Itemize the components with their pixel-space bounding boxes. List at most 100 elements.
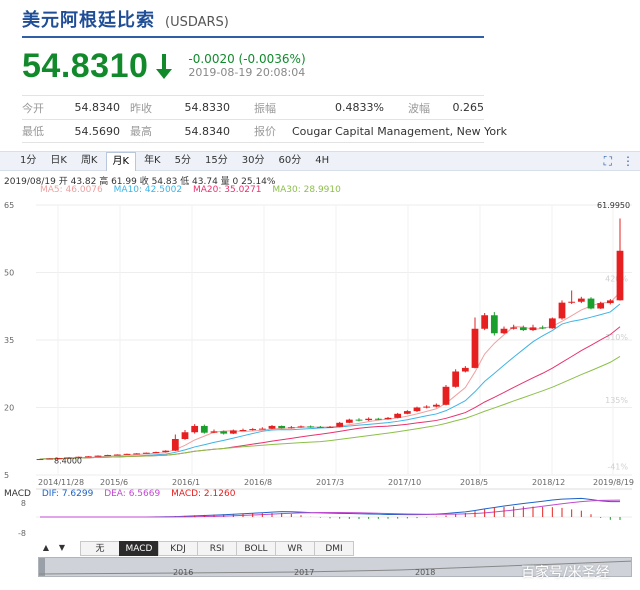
watermark-text: 百家号/米圣经	[521, 565, 610, 581]
y-tick-label: 20	[4, 404, 14, 413]
max-price-label: 61.9950	[597, 201, 630, 210]
chart-toolbar: ⛶ ⋮	[604, 154, 634, 169]
ma10-label: MA10: 42.5002	[113, 185, 183, 195]
candle-body	[152, 452, 160, 454]
stat-label-amplitude: 振幅	[254, 101, 276, 115]
candle-body	[84, 456, 92, 458]
pct-tick-label: -41%	[607, 463, 628, 472]
period-tab-3[interactable]: 月K	[105, 151, 137, 171]
pct-tick-label: 135%	[605, 396, 628, 405]
quote-time: 2019-08-19 20:08:04	[188, 66, 306, 79]
candle-body	[529, 327, 537, 331]
ma5-label: MA5: 46.0076	[40, 185, 103, 195]
candle-body	[123, 453, 131, 455]
candle-body	[432, 404, 440, 407]
candle-body	[220, 431, 228, 434]
indicator-tab-6[interactable]: DMI	[314, 541, 354, 556]
candle-body	[113, 454, 121, 456]
period-tab-8[interactable]: 60分	[272, 152, 307, 170]
candle-body	[142, 452, 150, 454]
scroller-label-2018: 2018	[415, 568, 436, 577]
fullscreen-icon[interactable]: ⛶	[604, 154, 612, 169]
period-tab-list: 1分 日K 周K 月K 年K 5分 15分 30分 60分 4H	[0, 151, 335, 171]
y-tick-label: 65	[4, 201, 14, 210]
candle-body	[171, 439, 179, 451]
candle-body	[577, 298, 585, 302]
period-tab-7[interactable]: 30分	[236, 152, 271, 170]
candle-body	[616, 250, 624, 301]
candle-body	[229, 430, 237, 434]
more-menu-icon[interactable]: ⋮	[622, 154, 634, 169]
macd-dea-label: DEA: 6.5669	[104, 489, 161, 499]
x-tick-label: 2016/8	[244, 478, 272, 487]
x-tick-label: 2017/10	[388, 478, 421, 487]
x-tick-label: 2018/5	[460, 478, 488, 487]
candle-body	[461, 367, 469, 372]
candle-body	[258, 428, 266, 430]
x-tick-label: 2017/3	[316, 478, 344, 487]
candle-body	[423, 406, 431, 408]
candle-body	[374, 418, 382, 420]
candle-body	[287, 427, 295, 429]
candle-body	[94, 455, 102, 457]
y-tick-label: 5	[4, 471, 9, 480]
scroll-up-button[interactable]: ▲	[38, 541, 54, 556]
period-tab-6[interactable]: 15分	[199, 152, 234, 170]
candle-body	[181, 432, 189, 439]
y-tick-label: 50	[4, 269, 14, 278]
indicator-tab-0[interactable]: 无	[80, 541, 120, 556]
period-tab-0[interactable]: 1分	[14, 152, 42, 170]
candle-body	[500, 328, 508, 334]
candle-body	[452, 371, 460, 387]
stat-label-low: 最低	[22, 125, 44, 138]
candle-body	[268, 425, 276, 429]
period-tab-9[interactable]: 4H	[309, 152, 335, 170]
candle-body	[558, 302, 566, 319]
candle-body	[568, 301, 576, 303]
instrument-code: (USDARS)	[165, 15, 229, 30]
candle-body	[355, 419, 363, 421]
indicator-tabs: ▲ ▼ 无 MACD KDJ RSI BOLL WR DMI	[38, 541, 354, 556]
ma20-line	[39, 326, 621, 460]
candle-body	[471, 328, 479, 368]
down-arrow-icon	[154, 51, 174, 81]
indicator-tab-4[interactable]: BOLL	[236, 541, 276, 556]
ma5-line	[39, 291, 621, 460]
candle-body	[413, 407, 421, 412]
candle-body	[104, 454, 112, 456]
stat-value-open: 54.8340	[74, 101, 121, 114]
indicator-tab-5[interactable]: WR	[275, 541, 315, 556]
stat-value-range: 0.265	[452, 101, 485, 114]
period-tab-1[interactable]: 日K	[44, 152, 73, 170]
candle-body	[606, 300, 614, 304]
candle-body	[36, 459, 44, 461]
indicator-tab-2[interactable]: KDJ	[158, 541, 198, 556]
candle-body	[345, 419, 353, 423]
period-tab-4[interactable]: 年K	[138, 152, 167, 170]
stat-value-high: 54.8340	[184, 124, 231, 138]
candle-body	[278, 425, 286, 429]
candle-body	[539, 327, 547, 329]
period-tab-2[interactable]: 周K	[75, 152, 104, 170]
stat-value-prev-close: 54.8330	[184, 101, 231, 114]
candle-body	[510, 327, 518, 329]
stat-value-quote-source: Cougar Capital Management, New York	[292, 124, 508, 138]
current-price: 54.8310	[22, 46, 149, 85]
stat-label-open: 今开	[22, 101, 44, 115]
candle-body	[239, 430, 247, 431]
indicator-tab-list: 无 MACD KDJ RSI BOLL WR DMI	[80, 541, 354, 556]
candle-body	[490, 315, 498, 334]
candle-body	[548, 318, 556, 329]
scroll-down-button[interactable]: ▼	[54, 541, 70, 556]
quote-header: 美元阿根廷比索 (USDARS)	[22, 8, 484, 38]
period-tab-5[interactable]: 5分	[169, 152, 197, 170]
candle-body	[249, 429, 257, 431]
candle-body	[133, 453, 141, 455]
x-tick-label: 2014/11/28	[38, 478, 84, 487]
stat-value-low: 54.5690	[74, 124, 121, 138]
indicator-tab-1[interactable]: MACD	[119, 541, 159, 556]
indicator-tab-3[interactable]: RSI	[197, 541, 237, 556]
change-box: -0.0020 (-0.0036%) 2019-08-19 20:08:04	[188, 52, 305, 80]
candle-body	[597, 303, 605, 309]
min-price-label: 8.4000	[54, 457, 82, 466]
